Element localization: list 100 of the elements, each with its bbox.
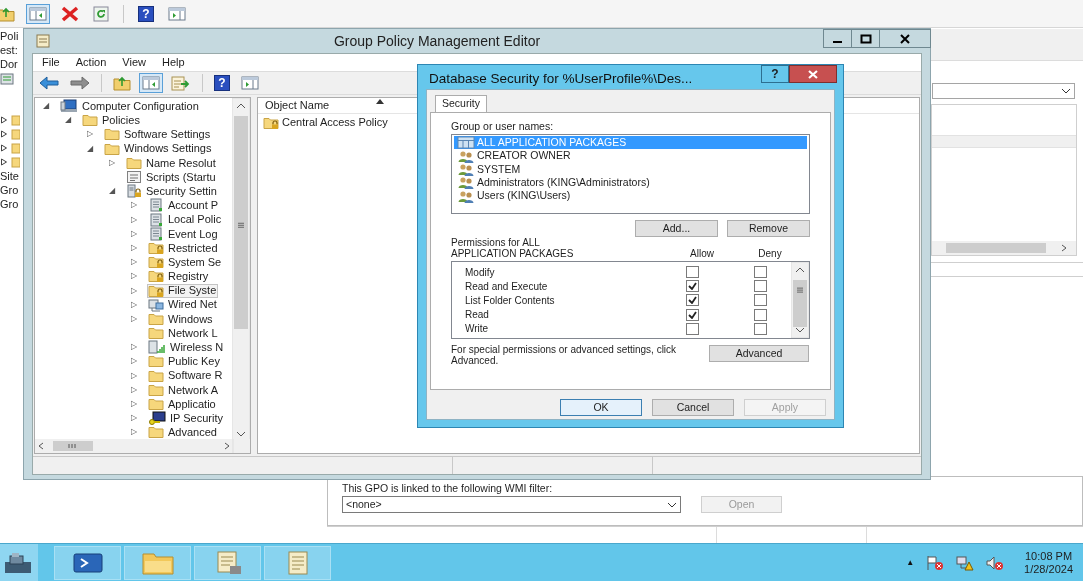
tree-item[interactable]: IP Security bbox=[147, 411, 225, 426]
network-warning-icon[interactable] bbox=[956, 554, 975, 571]
list-item[interactable]: SYSTEM bbox=[454, 162, 807, 177]
tree-item[interactable]: Gro bbox=[0, 183, 23, 197]
minimize-button[interactable] bbox=[823, 29, 852, 48]
tree-item[interactable]: est: bbox=[0, 43, 23, 57]
list-item[interactable]: CREATOR OWNER bbox=[454, 149, 807, 163]
tree-item[interactable]: Windows Settings bbox=[103, 141, 214, 156]
column-header: Allow bbox=[689, 249, 715, 259]
menu-item[interactable]: Help bbox=[161, 54, 185, 71]
remove-button[interactable]: Remove bbox=[727, 220, 810, 237]
tree-toggle[interactable]: ▷ bbox=[131, 200, 141, 211]
checkbox[interactable] bbox=[686, 308, 699, 321]
tree-item[interactable]: Wireless N bbox=[147, 340, 226, 355]
tree-toggle[interactable]: ▷ bbox=[87, 129, 97, 140]
tree-item[interactable]: Applicatio bbox=[147, 397, 218, 412]
tree-toggle[interactable]: ▷ bbox=[131, 299, 141, 310]
tree-item[interactable]: Gro bbox=[0, 197, 23, 211]
tree-item[interactable]: Software Settings bbox=[103, 127, 213, 142]
menu-item[interactable]: Action bbox=[75, 54, 107, 71]
tray-toggle[interactable]: ▲ bbox=[906, 556, 915, 569]
chevron-down-icon bbox=[1061, 88, 1071, 94]
tree-toggle[interactable]: ◢ bbox=[109, 186, 119, 197]
tree-item[interactable]: Windows bbox=[147, 311, 215, 326]
list-item[interactable]: Central Access Policy bbox=[258, 115, 393, 130]
add-button[interactable]: Add... bbox=[635, 220, 718, 237]
tree-item[interactable]: Name Resolut bbox=[125, 155, 218, 170]
tree-toggle[interactable]: ▷ bbox=[131, 413, 141, 424]
tree-item[interactable]: File Syste bbox=[147, 283, 219, 298]
checkbox[interactable] bbox=[754, 294, 767, 307]
tree-item[interactable]: Site bbox=[0, 169, 23, 183]
checkbox[interactable] bbox=[686, 266, 699, 279]
tree-toggle[interactable]: ▷ bbox=[131, 214, 141, 225]
tree-item[interactable]: Local Polic bbox=[147, 212, 224, 227]
dialog-button[interactable]: OK bbox=[560, 399, 642, 416]
tree-item[interactable]: Restricted bbox=[147, 240, 220, 255]
help-button[interactable]: ? bbox=[761, 65, 789, 83]
list-item[interactable]: Users (KING\Users) bbox=[454, 189, 807, 203]
clock-time[interactable]: 10:08 PM bbox=[1025, 549, 1073, 563]
tree-item[interactable]: Event Log bbox=[147, 226, 220, 241]
tree-toggle[interactable]: ▷ bbox=[131, 342, 141, 353]
start-button[interactable] bbox=[0, 543, 38, 581]
menu-item[interactable]: View bbox=[122, 54, 146, 71]
tree-item[interactable]: Policies bbox=[81, 113, 142, 128]
taskbar-app[interactable] bbox=[194, 545, 261, 580]
taskbar-app[interactable] bbox=[54, 545, 121, 580]
tree-toggle[interactable]: ▷ bbox=[131, 242, 141, 253]
clock-date[interactable]: 1/28/2024 bbox=[1024, 562, 1073, 576]
tree-toggle[interactable]: ▷ bbox=[131, 356, 141, 367]
checkbox[interactable] bbox=[754, 322, 767, 335]
tree-toggle[interactable]: ▷ bbox=[109, 157, 119, 168]
close-button[interactable] bbox=[789, 65, 837, 83]
filter-dropdown[interactable]: <none> bbox=[342, 496, 681, 513]
tree-item[interactable]: Network A bbox=[147, 382, 221, 397]
tree-toggle[interactable]: ◢ bbox=[87, 143, 97, 154]
list-item[interactable]: Administrators (KING\Administrators) bbox=[454, 176, 807, 190]
tree-item[interactable]: Account P bbox=[147, 198, 221, 213]
tree-toggle[interactable]: ▷ bbox=[131, 370, 141, 381]
tree-item[interactable]: Public Key bbox=[147, 354, 222, 369]
tree-item[interactable]: Wired Net bbox=[147, 297, 219, 312]
tree-item[interactable]: Network L bbox=[147, 326, 220, 341]
advanced-button[interactable]: Advanced bbox=[709, 345, 809, 362]
tree-toggle[interactable]: ▷ bbox=[131, 228, 141, 239]
horizontal-scrollbar[interactable] bbox=[35, 439, 250, 453]
tree-toggle[interactable]: ▷ bbox=[131, 257, 141, 268]
checkbox[interactable] bbox=[754, 266, 767, 279]
tree-item[interactable]: Dor bbox=[0, 57, 23, 71]
tree-item[interactable]: System Se bbox=[147, 255, 224, 270]
checkbox[interactable] bbox=[754, 280, 767, 293]
close-button[interactable] bbox=[879, 29, 931, 48]
tree-item[interactable]: Security Settin bbox=[125, 184, 219, 199]
tree-toggle[interactable]: ▷ bbox=[131, 384, 141, 395]
tree-toggle[interactable]: ▷ bbox=[131, 285, 141, 296]
tree-toggle[interactable]: ▷ bbox=[131, 313, 141, 324]
folder-icon bbox=[10, 142, 20, 154]
flag-icon[interactable] bbox=[926, 554, 945, 571]
vertical-scrollbar[interactable] bbox=[791, 262, 809, 338]
vertical-scrollbar[interactable] bbox=[232, 98, 250, 442]
tree-item[interactable]: Poli bbox=[0, 29, 23, 43]
dialog-button[interactable]: Cancel bbox=[652, 399, 734, 416]
checkbox[interactable] bbox=[754, 308, 767, 321]
tree-toggle[interactable]: ◢ bbox=[65, 115, 75, 126]
tree-item[interactable]: Computer Configuration bbox=[59, 99, 201, 114]
tree-toggle[interactable]: ▷ bbox=[131, 399, 141, 410]
checkbox[interactable] bbox=[686, 322, 699, 335]
tab[interactable]: Security bbox=[435, 95, 487, 112]
maximize-button[interactable] bbox=[852, 29, 879, 48]
tree-toggle[interactable]: ▷ bbox=[131, 427, 141, 438]
checkbox[interactable] bbox=[686, 294, 699, 307]
horizontal-scrollbar[interactable] bbox=[932, 241, 1076, 255]
tree-toggle[interactable]: ◢ bbox=[43, 101, 53, 112]
tree-item[interactable]: Scripts (Startu bbox=[125, 170, 218, 185]
tree-item[interactable]: Software R bbox=[147, 368, 225, 383]
tree-item[interactable]: Advanced bbox=[147, 425, 219, 439]
tree-item[interactable]: Registry bbox=[147, 269, 211, 284]
checkbox[interactable] bbox=[686, 280, 699, 293]
muted-speaker-icon[interactable] bbox=[986, 554, 1005, 571]
menu-item[interactable]: File bbox=[42, 54, 60, 71]
dropdown[interactable] bbox=[932, 83, 1075, 99]
tree-toggle[interactable]: ▷ bbox=[131, 271, 141, 282]
